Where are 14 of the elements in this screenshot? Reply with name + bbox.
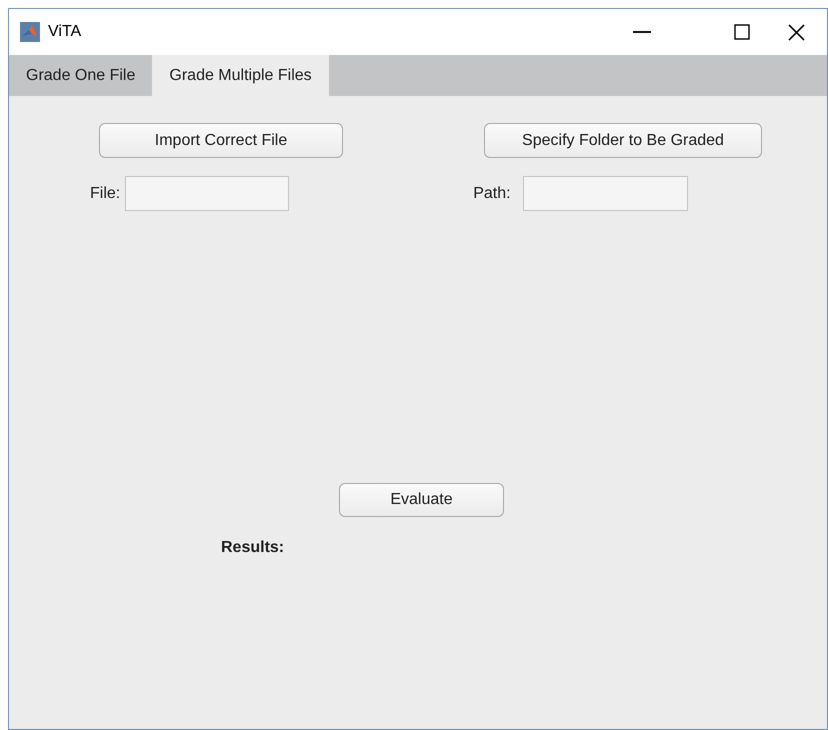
file-field[interactable] [125,176,290,211]
maximize-icon[interactable] [734,24,750,40]
tab[interactable]: Grade Multiple Files [152,55,329,96]
path-label: Path: [473,184,511,204]
path-field[interactable] [522,176,688,211]
specify-folder-button[interactable]: Specify Folder to Be Graded [484,123,762,158]
import-file-button[interactable]: Import Correct File [99,123,343,158]
window-title: ViTA [48,22,82,42]
minimize-icon[interactable] [633,31,651,33]
results-label: Results: [221,538,284,558]
app-logo-icon [20,22,40,42]
file-label: File: [90,184,120,204]
close-icon[interactable] [788,24,805,40]
evaluate-button[interactable]: Evaluate [339,483,504,517]
